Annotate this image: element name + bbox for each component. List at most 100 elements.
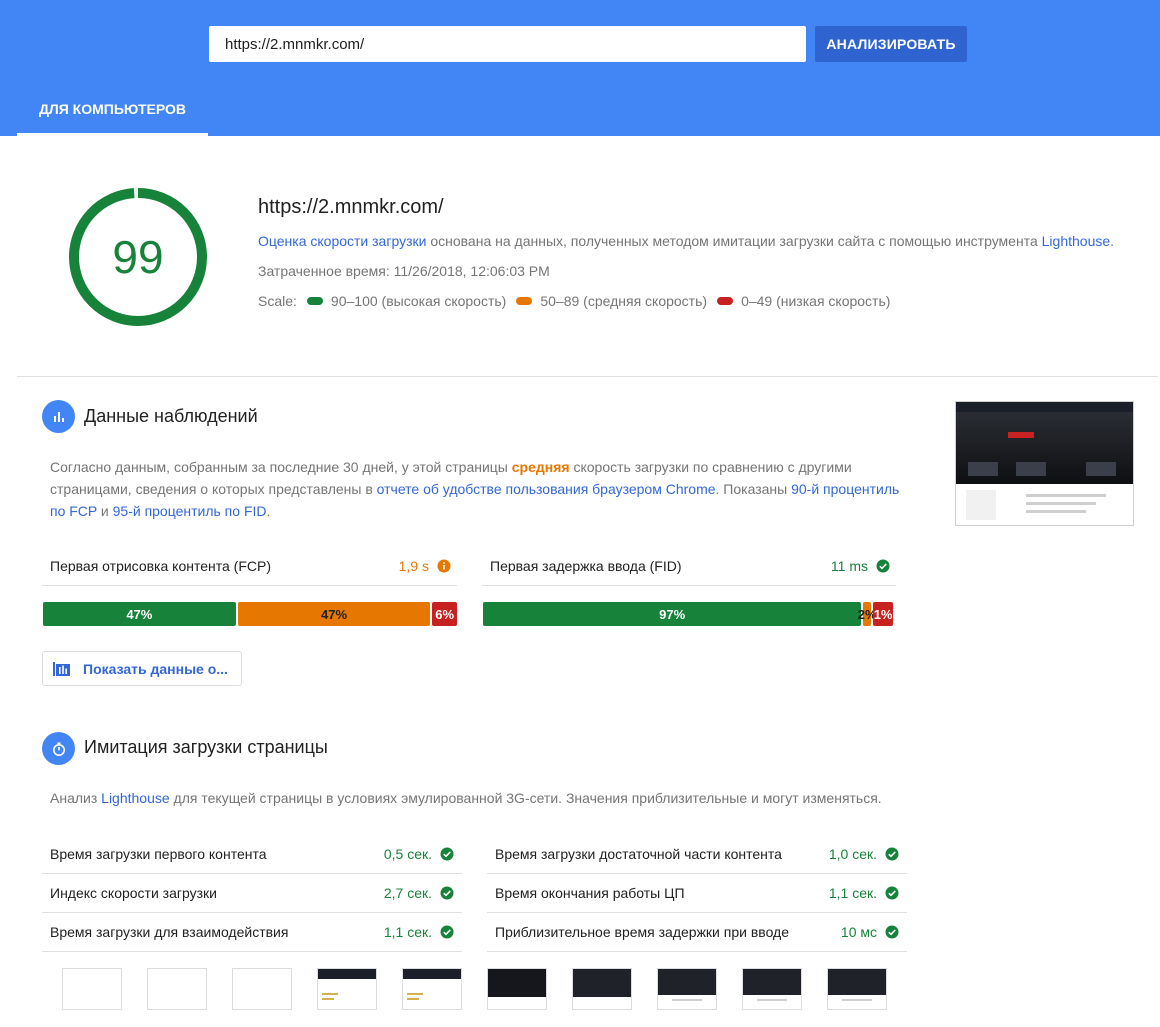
- field-desc-text-3: . Показаны: [715, 481, 792, 497]
- filmstrip-frame: [62, 968, 122, 1010]
- good-pill-icon: [306, 297, 323, 305]
- crux-report-link[interactable]: отчете об удобстве пользования браузером…: [377, 481, 716, 497]
- check-circle-icon: [440, 925, 454, 939]
- lab-metric-label: Приблизительное время задержки при вводе: [495, 924, 789, 940]
- lab-metric-value-text: 10 мс: [840, 924, 877, 940]
- fid-label: Первая задержка ввода (FID): [490, 557, 682, 574]
- lab-metric-label: Время загрузки для взаимодействия: [50, 924, 289, 940]
- fid-value: 11 ms: [830, 557, 868, 574]
- fid-value-wrap: 11 ms: [831, 558, 896, 574]
- thumb-hero-button: [1008, 432, 1034, 438]
- check-circle-icon: [885, 925, 899, 939]
- lab-metric-fcp: Время загрузки первого контента 0,5 сек.: [42, 835, 462, 874]
- thumb-text-line: [1026, 510, 1086, 513]
- fid-distribution-bar: 97% 2% 1%: [483, 602, 898, 626]
- score-description-text: основана на данных, полученных методом и…: [426, 233, 1042, 249]
- field-speed-category: средняя: [511, 459, 570, 475]
- check-circle-icon: [885, 847, 899, 861]
- scale-good: 90–100 (высокая скорость): [330, 293, 507, 309]
- origin-chart-icon: [53, 661, 70, 676]
- lab-metric-value: 1,1 сек.: [829, 885, 907, 901]
- lab-metric-value: 1,0 сек.: [829, 846, 907, 862]
- filmstrip-frame: [402, 968, 462, 1010]
- lab-metric-label: Время загрузки достаточной части контент…: [495, 846, 782, 862]
- lab-metric-value: 10 мс: [841, 924, 907, 940]
- bar-chart-icon: [42, 400, 75, 433]
- fid-average-segment: 2%: [858, 602, 877, 626]
- filmstrip-frame: [317, 968, 377, 1010]
- show-origin-data-button[interactable]: Показать данные о...: [42, 651, 242, 686]
- scale-poor: 0–49 (низкая скорость): [741, 293, 891, 309]
- fcp-value: 1,9 s: [398, 557, 429, 574]
- thumb-text-line: [1026, 494, 1106, 497]
- score-description-end: .: [1110, 233, 1115, 249]
- check-circle-icon: [885, 886, 899, 900]
- filmstrip-frame: [147, 968, 207, 1010]
- lighthouse-link[interactable]: Lighthouse: [1042, 233, 1111, 249]
- fid-slow-segment: 1%: [873, 602, 894, 626]
- lab-metric-value: 2,7 сек.: [384, 885, 462, 901]
- field-desc-text-5: .: [266, 503, 271, 519]
- fcp-metric: Первая отрисовка контента (FCP) 1,9 s: [42, 546, 457, 586]
- field-desc-text-1: Согласно данным, собранным за последние …: [50, 459, 512, 475]
- filmstrip-frame: [827, 968, 887, 1010]
- check-circle-icon: [440, 886, 454, 900]
- check-circle-icon: [876, 559, 890, 572]
- tested-url: https://2.mnmkr.com/: [258, 196, 444, 218]
- lab-metric-value-text: 0,5 сек.: [383, 846, 432, 862]
- lab-metric-value-text: 1,0 сек.: [828, 846, 877, 862]
- lab-metric-speed-index: Индекс скорости загрузки 2,7 сек.: [42, 874, 462, 913]
- lab-metric-value: 1,1 сек.: [384, 924, 462, 940]
- thumb-card: [1016, 462, 1046, 476]
- score-scale: Scale: 90–100 (высокая скорость) 50–89 (…: [258, 293, 890, 309]
- scale-average: 50–89 (средняя скорость): [540, 293, 708, 309]
- lab-desc-text-2: для текущей страницы в условиях эмулиров…: [169, 790, 882, 806]
- filmstrip-frame: [232, 968, 292, 1010]
- scale-label: Scale:: [258, 293, 297, 309]
- lab-desc-text-1: Анализ: [50, 790, 102, 806]
- url-input[interactable]: [209, 26, 806, 62]
- section-divider: [17, 376, 1158, 377]
- elapsed-time: Затраченное время: 11/26/2018, 12:06:03 …: [258, 263, 550, 279]
- stopwatch-icon: [42, 732, 75, 765]
- lab-metric-value-text: 1,1 сек.: [383, 924, 432, 940]
- average-pill-icon: [516, 297, 533, 305]
- score-gauge: 99: [66, 185, 210, 329]
- score-description: Оценка скорости загрузки основана на дан…: [258, 233, 1114, 249]
- fcp-distribution-bar: 47% 47% 6%: [43, 602, 459, 626]
- lab-metric-input-latency: Приблизительное время задержки при вводе…: [487, 913, 907, 952]
- lab-data-title: Имитация загрузки страницы: [84, 737, 328, 757]
- show-origin-label: Показать данные о...: [83, 660, 228, 677]
- fcp-value-wrap: 1,9 s: [399, 558, 457, 574]
- field-desc-text-4: и: [97, 503, 113, 519]
- tab-desktop[interactable]: ДЛЯ КОМПЬЮТЕРОВ: [17, 86, 208, 136]
- thumb-nav: [956, 402, 1133, 412]
- lab-metric-value-text: 2,7 сек.: [383, 885, 432, 901]
- lab-metric-label: Время загрузки первого контента: [50, 846, 267, 862]
- thumb-text-line: [1026, 502, 1096, 505]
- fid-fast-segment: 97%: [483, 602, 862, 626]
- lab-data-description: Анализ Lighthouse для текущей страницы в…: [50, 790, 882, 806]
- fcp-average-segment: 47%: [237, 602, 431, 626]
- info-icon: [437, 559, 451, 572]
- performance-score-link[interactable]: Оценка скорости загрузки: [258, 233, 426, 249]
- check-circle-icon: [440, 847, 454, 861]
- poor-pill-icon: [717, 297, 734, 305]
- analyze-button[interactable]: АНАЛИЗИРОВАТЬ: [815, 26, 967, 62]
- fid-percentile-link[interactable]: 95-й процентиль по FID: [113, 503, 267, 519]
- fcp-slow-segment: 6%: [432, 602, 457, 626]
- filmstrip-frame: [657, 968, 717, 1010]
- lab-lighthouse-link[interactable]: Lighthouse: [101, 790, 170, 806]
- fcp-label: Первая отрисовка контента (FCP): [50, 557, 271, 574]
- field-data-title: Данные наблюдений: [84, 406, 258, 426]
- lab-metric-label: Время окончания работы ЦП: [495, 885, 685, 901]
- lab-metric-fmp: Время загрузки достаточной части контент…: [487, 835, 907, 874]
- header-bar: АНАЛИЗИРОВАТЬ ДЛЯ КОМПЬЮТЕРОВ: [0, 0, 1160, 136]
- lab-metric-tti: Время загрузки для взаимодействия 1,1 се…: [42, 913, 462, 952]
- filmstrip-frame: [487, 968, 547, 1010]
- thumb-card: [968, 462, 998, 476]
- fcp-fast-segment: 47%: [43, 602, 236, 626]
- thumb-sidebar: [966, 490, 996, 520]
- filmstrip-frame: [572, 968, 632, 1010]
- field-data-description: Согласно данным, собранным за последние …: [50, 456, 910, 522]
